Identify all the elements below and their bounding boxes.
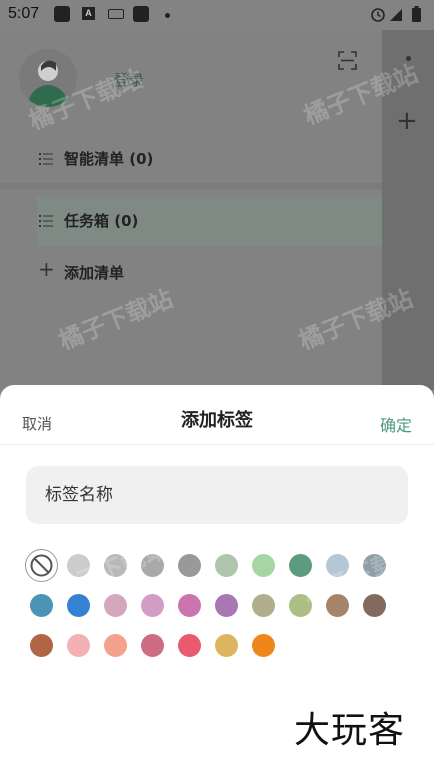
color-swatch[interactable] (104, 634, 127, 657)
color-swatch[interactable] (252, 554, 275, 577)
brand-logo: 大玩客 (294, 710, 406, 751)
status-icons (370, 5, 428, 27)
no-color-icon[interactable] (30, 554, 53, 577)
add-tag-sheet: 取消 添加标签 确定 橘子下载站 橘子下载站 大玩客 (0, 385, 434, 773)
add-list-plus-icon[interactable]: + (38, 259, 55, 279)
color-swatch[interactable] (326, 594, 349, 617)
watermark: 橘子下载站 (300, 539, 422, 611)
list-item-inbox[interactable]: 任务箱 (0) (0, 198, 382, 242)
color-swatch[interactable] (104, 554, 127, 577)
color-swatch[interactable] (252, 594, 275, 617)
sheet-header: 取消 添加标签 确定 (0, 385, 434, 445)
sheet-title: 添加标签 (181, 410, 253, 431)
list-icon (39, 151, 53, 170)
color-swatch[interactable] (104, 594, 127, 617)
user-avatar[interactable] (19, 49, 77, 107)
list-item-smart-list[interactable]: 智能清单 (0) (0, 136, 382, 180)
color-swatch[interactable] (141, 594, 164, 617)
color-swatch[interactable] (326, 554, 349, 577)
color-swatch[interactable] (289, 554, 312, 577)
main-content-dimmed (382, 30, 434, 390)
app-notification-icon (54, 6, 70, 22)
more-notifications-dot-icon (165, 13, 170, 18)
login-link[interactable]: 登录 (114, 69, 144, 90)
tag-name-input[interactable] (26, 466, 408, 524)
color-swatch[interactable] (363, 594, 386, 617)
color-swatch[interactable] (215, 554, 238, 577)
color-swatch[interactable] (215, 594, 238, 617)
color-swatch[interactable] (363, 554, 386, 577)
add-task-icon[interactable]: + (396, 108, 418, 134)
color-swatch[interactable] (178, 554, 201, 577)
color-swatch[interactable] (141, 554, 164, 577)
color-swatch[interactable] (215, 634, 238, 657)
add-list-button[interactable]: 添加清单 (64, 262, 124, 283)
color-swatch[interactable] (67, 634, 90, 657)
list-icon (39, 213, 53, 232)
list-label: 智能清单 (0) (64, 150, 154, 168)
app-a-icon: A (82, 7, 95, 20)
color-swatch[interactable] (252, 634, 275, 657)
battery-icon (412, 6, 421, 22)
color-swatch[interactable] (30, 594, 53, 617)
more-options-icon[interactable] (406, 56, 411, 61)
confirm-button[interactable]: 确定 (380, 412, 412, 436)
section-divider (0, 183, 382, 189)
list-label: 任务箱 (0) (64, 212, 139, 230)
color-swatch[interactable] (178, 634, 201, 657)
color-swatch[interactable] (141, 634, 164, 657)
app-notification-icon-2 (133, 6, 149, 22)
color-swatch[interactable] (30, 634, 53, 657)
color-swatch[interactable] (67, 594, 90, 617)
color-swatch[interactable] (67, 554, 90, 577)
color-swatch[interactable] (289, 594, 312, 617)
alarm-icon (371, 8, 385, 22)
signal-icon (390, 9, 402, 21)
status-time: 5:07 (8, 5, 40, 22)
status-bar: 5:07 A (0, 0, 434, 30)
color-swatch[interactable] (178, 594, 201, 617)
keyboard-icon (108, 9, 124, 19)
scan-icon[interactable] (338, 51, 357, 74)
